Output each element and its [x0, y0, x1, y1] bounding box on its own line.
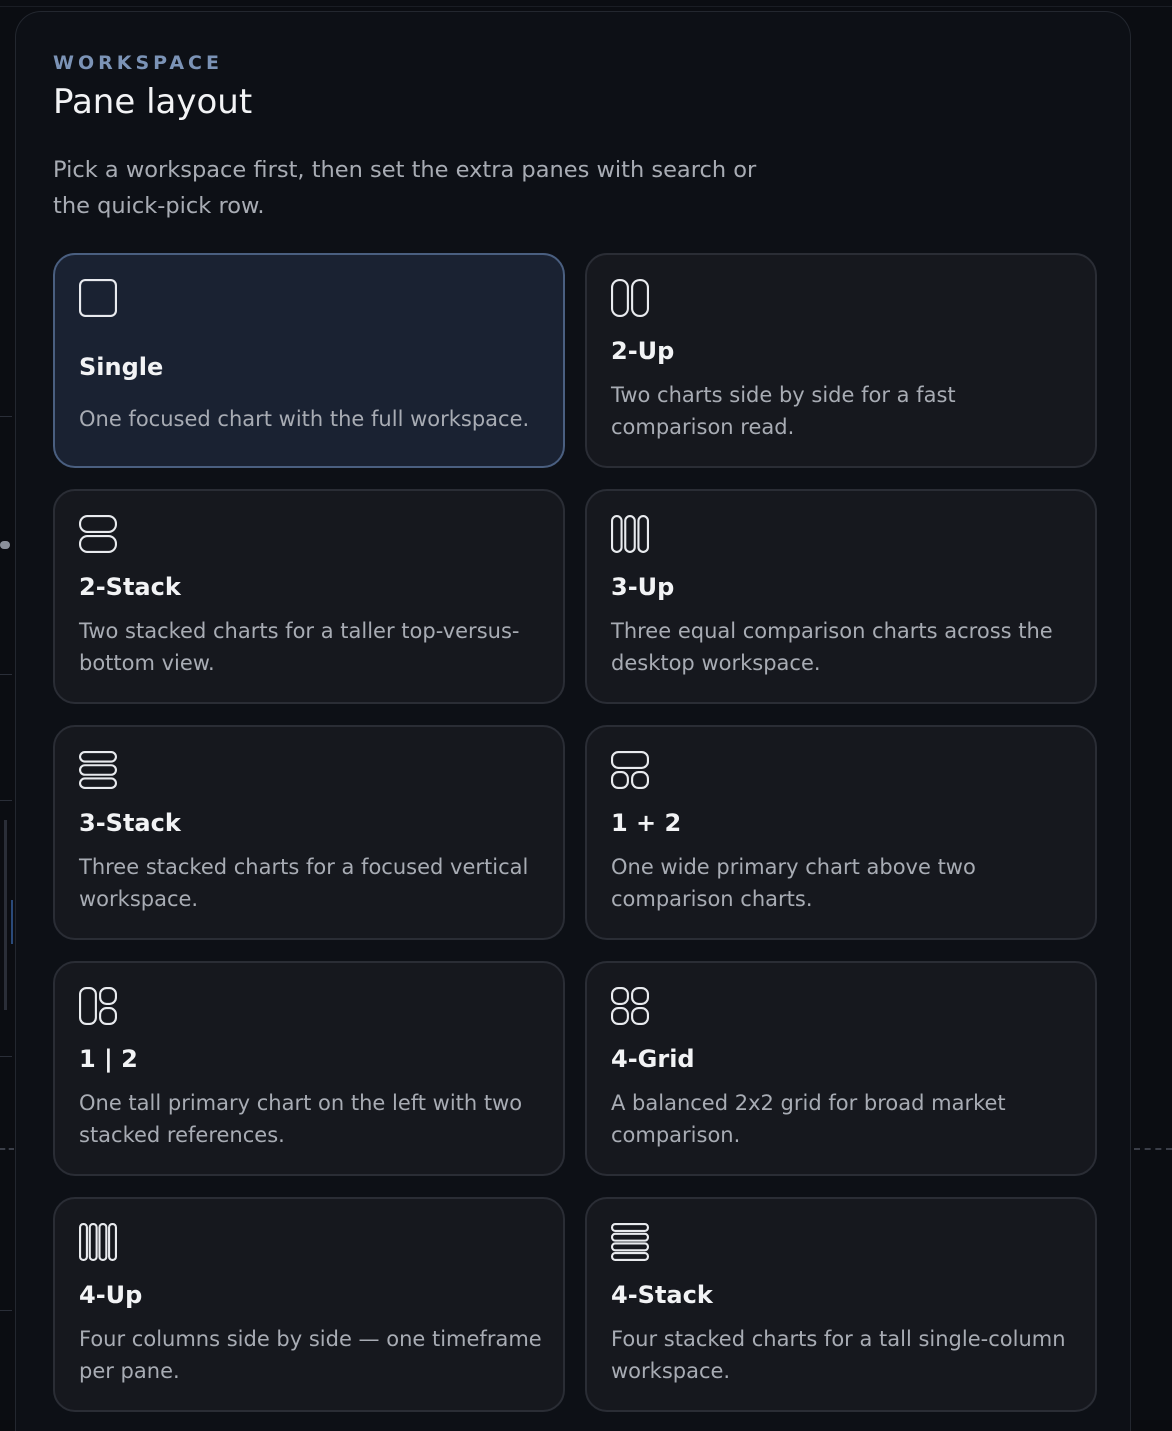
two-columns-icon [611, 279, 649, 317]
layout-option-description: Three equal comparison charts across the… [611, 619, 1053, 675]
layout-option-card[interactable]: 1 + 2 One wide primary chart above two co… [585, 725, 1097, 940]
layout-option-label: 2-Stack [79, 573, 181, 601]
layout-option-label: 4-Grid [611, 1045, 695, 1073]
layout-option-description: Four stacked charts for a tall single-co… [611, 1327, 1066, 1383]
layout-option-description: A balanced 2x2 grid for broad market com… [611, 1091, 1006, 1147]
layout-options-grid: Single One focused chart with the full wo… [53, 253, 1097, 1412]
backdrop-dashed-line [1134, 1148, 1172, 1150]
layout-option-description: One wide primary chart above two compari… [611, 855, 976, 911]
four-rows-icon [611, 1223, 649, 1261]
backdrop-gridline [0, 6, 1172, 7]
layout-option-card[interactable]: Single One focused chart with the full wo… [53, 253, 565, 468]
layout-option-description: One tall primary chart on the left with … [79, 1091, 523, 1147]
layout-option-label: Single [79, 353, 164, 381]
layout-option-card[interactable]: 3-Up Three equal comparison charts across… [585, 489, 1097, 704]
one-beside-two-icon [79, 987, 117, 1025]
three-columns-icon [611, 515, 649, 553]
layout-option-description: Two charts side by side for a fast compa… [611, 383, 956, 439]
layout-option-card[interactable]: 4-Stack Four stacked charts for a tall si… [585, 1197, 1097, 1412]
pane-layout-panel: WORKSPACE Pane layout Pick a workspace f… [15, 11, 1131, 1431]
layout-option-card[interactable]: 3-Stack Three stacked charts for a focuse… [53, 725, 565, 940]
layout-option-card[interactable]: 4-Grid A balanced 2x2 grid for broad mark… [585, 961, 1097, 1176]
backdrop-dashed-line [0, 1148, 14, 1150]
layout-option-label: 4-Up [79, 1281, 143, 1309]
backdrop-tick [0, 1310, 12, 1311]
layout-option-card[interactable]: 4-Up Four columns side by side — one time… [53, 1197, 565, 1412]
layout-option-card[interactable]: 1 | 2 One tall primary chart on the left … [53, 961, 565, 1176]
three-rows-icon [79, 751, 117, 789]
layout-option-label: 4-Stack [611, 1281, 713, 1309]
backdrop-tick [0, 1056, 12, 1057]
backdrop-handle [0, 541, 10, 549]
four-columns-icon [79, 1223, 117, 1261]
layout-option-card[interactable]: 2-Stack Two stacked charts for a taller t… [53, 489, 565, 704]
layout-option-label: 1 + 2 [611, 809, 682, 837]
layout-option-label: 3-Stack [79, 809, 181, 837]
two-rows-icon [79, 515, 117, 553]
layout-option-description: Two stacked charts for a taller top-vers… [79, 619, 520, 675]
one-over-two-icon [611, 751, 649, 789]
layout-option-description: Four columns side by side — one timefram… [79, 1327, 542, 1383]
backdrop-tick [0, 416, 12, 417]
four-grid-icon [611, 987, 649, 1025]
layout-option-description: Three stacked charts for a focused verti… [79, 855, 529, 911]
layout-option-label: 3-Up [611, 573, 675, 601]
single-pane-icon [79, 279, 117, 317]
backdrop-candle [11, 900, 13, 944]
backdrop-tick [0, 800, 12, 801]
section-eyebrow: WORKSPACE [53, 52, 223, 74]
layout-option-card[interactable]: 2-Up Two charts side by side for a fast c… [585, 253, 1097, 468]
backdrop-candle [4, 820, 7, 1010]
panel-description: Pick a workspace first, then set the ext… [53, 157, 757, 219]
layout-option-description: One focused chart with the full workspac… [79, 407, 530, 431]
layout-option-label: 2-Up [611, 337, 675, 365]
layout-option-label: 1 | 2 [79, 1045, 138, 1073]
panel-title: Pane layout [53, 82, 253, 122]
backdrop-tick [0, 674, 12, 675]
